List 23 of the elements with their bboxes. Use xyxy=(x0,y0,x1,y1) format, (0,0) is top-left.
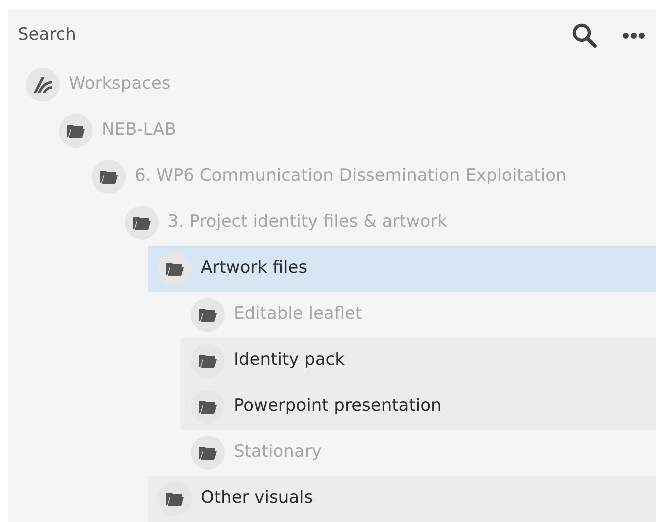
tree-item[interactable]: Stationary xyxy=(181,430,656,476)
folder-icon xyxy=(100,170,118,184)
folder-icon xyxy=(199,400,217,414)
tree-item[interactable]: 6. WP6 Communication Dissemination Exploitation xyxy=(82,154,656,200)
tree-item[interactable]: Powerpoint presentation xyxy=(181,384,656,430)
more-icon[interactable] xyxy=(622,32,646,40)
search-icon[interactable] xyxy=(572,23,598,49)
tree-item[interactable]: NEB-LAB xyxy=(49,108,656,154)
tree-item[interactable]: 3. Project identity files & artwork xyxy=(115,200,656,246)
workspace-icon xyxy=(33,76,53,94)
tree-item[interactable]: Workspaces xyxy=(16,62,656,108)
search-field[interactable]: Search xyxy=(18,23,438,49)
tree-item[interactable]: Identity pack xyxy=(181,338,656,384)
folder-icon xyxy=(166,492,184,506)
folder-icon xyxy=(199,354,217,368)
folder-icon xyxy=(67,124,85,138)
tree-item[interactable]: Artwork files xyxy=(148,246,656,292)
folder-icon xyxy=(199,446,217,460)
folder-icon xyxy=(199,308,217,322)
tree-item[interactable]: Editable leaflet xyxy=(181,292,656,338)
folder-icon xyxy=(133,216,151,230)
tree-item[interactable]: Other visuals xyxy=(148,476,656,522)
folder-icon xyxy=(166,262,184,276)
